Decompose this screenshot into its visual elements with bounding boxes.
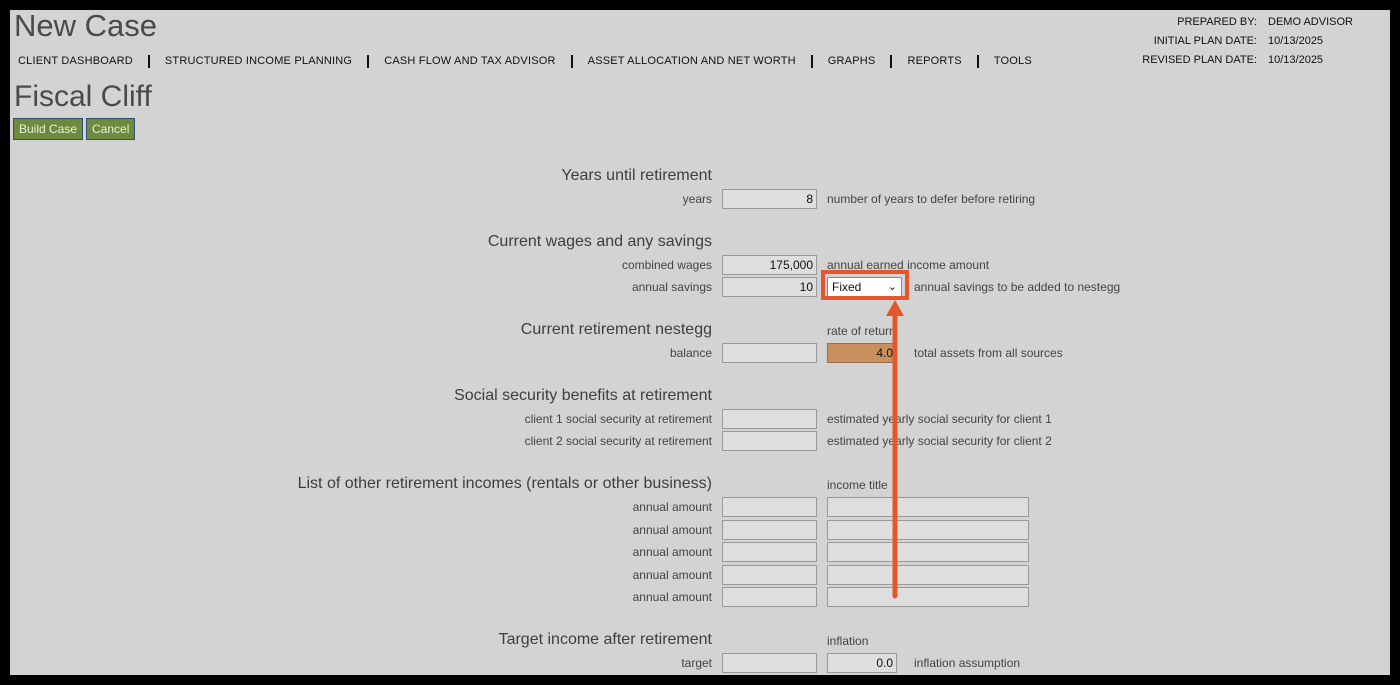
label-balance: balance: [669, 346, 712, 360]
label-client1-ss: client 1 social security at retirement: [524, 412, 712, 426]
nav-graphs[interactable]: GRAPHS: [828, 55, 876, 67]
client1-ss-input[interactable]: [722, 409, 817, 429]
arrow-up-icon: [886, 300, 904, 599]
meta-value: 10/13/2025: [1268, 54, 1324, 66]
section-title-social-security: Social security benefits at retirement: [454, 387, 712, 404]
label-combined-wages: combined wages: [621, 258, 712, 272]
years-input[interactable]: 8: [722, 189, 817, 209]
nav-structured-income-planning[interactable]: STRUCTURED INCOME PLANNING: [165, 55, 352, 67]
nav-divider: [147, 54, 150, 68]
nav-asset-allocation-and-net-worth[interactable]: ASSET ALLOCATION AND NET WORTH: [588, 55, 796, 67]
section-title-other-incomes: List of other retirement incomes (rental…: [297, 475, 712, 492]
case-title: New Case: [14, 10, 157, 43]
desc-client2-ss: estimated yearly social security for cli…: [827, 434, 1052, 448]
label-annual-amount: annual amount: [632, 523, 712, 537]
label-inflation: inflation: [827, 634, 869, 648]
nav-divider: [570, 54, 573, 68]
annual-amount-input[interactable]: [722, 542, 817, 562]
meta-label: PREPARED BY:: [1177, 16, 1257, 28]
desc-balance: total assets from all sources: [914, 346, 1063, 360]
label-annual-amount: annual amount: [632, 545, 712, 559]
meta-row-revised-plan-date: REVISED PLAN DATE: 10/13/2025: [1070, 54, 1390, 73]
desc-annual-savings: annual savings to be added to nestegg: [914, 280, 1121, 294]
plan-meta: PREPARED BY: DEMO ADVISOR INITIAL PLAN D…: [1070, 16, 1390, 73]
annual-amount-input[interactable]: [722, 520, 817, 540]
combined-wages-input[interactable]: 175,000: [722, 255, 817, 275]
label-years: years: [682, 192, 712, 206]
section-title-nestegg: Current retirement nestegg: [520, 321, 712, 338]
section-title-target-income: Target income after retirement: [498, 631, 712, 648]
meta-value: 10/13/2025: [1268, 35, 1324, 47]
nav-divider: [810, 54, 813, 68]
meta-row-initial-plan-date: INITIAL PLAN DATE: 10/13/2025: [1070, 35, 1390, 54]
label-annual-savings: annual savings: [631, 280, 712, 294]
nav-divider: [976, 54, 979, 68]
app-window: New Case CLIENT DASHBOARD STRUCTURED INC…: [10, 10, 1390, 675]
income-title-input[interactable]: [827, 587, 1029, 607]
section-title-wages: Current wages and any savings: [487, 233, 712, 250]
nav-tools[interactable]: TOOLS: [994, 55, 1032, 67]
target-input[interactable]: [722, 653, 817, 673]
desc-inflation: inflation assumption: [914, 656, 1021, 670]
income-title-input[interactable]: [827, 565, 1029, 585]
label-client2-ss: client 2 social security at retirement: [524, 434, 712, 448]
label-annual-amount: annual amount: [632, 590, 712, 604]
meta-row-prepared-by: PREPARED BY: DEMO ADVISOR: [1070, 16, 1390, 35]
section-title-years: Years until retirement: [561, 167, 712, 184]
desc-client1-ss: estimated yearly social security for cli…: [827, 412, 1052, 426]
nav-divider: [367, 54, 370, 68]
build-case-button[interactable]: Build Case: [13, 118, 84, 140]
highlight-callout-box: [821, 270, 909, 300]
annual-savings-input[interactable]: 10: [722, 277, 817, 297]
nav-client-dashboard[interactable]: CLIENT DASHBOARD: [18, 55, 133, 67]
page-title: Fiscal Cliff: [14, 80, 152, 113]
meta-label: INITIAL PLAN DATE:: [1153, 35, 1257, 47]
label-income-title: income title: [827, 478, 888, 492]
cancel-button[interactable]: Cancel: [86, 118, 136, 140]
annual-amount-input[interactable]: [722, 497, 817, 517]
income-title-input[interactable]: [827, 520, 1029, 540]
balance-input[interactable]: [722, 343, 817, 363]
meta-label: REVISED PLAN DATE:: [1142, 54, 1257, 66]
client2-ss-input[interactable]: [722, 431, 817, 451]
income-title-input[interactable]: [827, 497, 1029, 517]
inflation-input[interactable]: 0.0: [827, 653, 897, 673]
desc-years: number of years to defer before retiring: [827, 192, 1036, 206]
annual-amount-input[interactable]: [722, 587, 817, 607]
annual-amount-input[interactable]: [722, 565, 817, 585]
main-nav: CLIENT DASHBOARD STRUCTURED INCOME PLANN…: [18, 52, 1032, 70]
label-annual-amount: annual amount: [632, 568, 712, 582]
label-annual-amount: annual amount: [632, 500, 712, 514]
income-title-input[interactable]: [827, 542, 1029, 562]
meta-value: DEMO ADVISOR: [1268, 16, 1353, 28]
nav-cash-flow-and-tax-advisor[interactable]: CASH FLOW AND TAX ADVISOR: [384, 55, 555, 67]
nav-reports[interactable]: REPORTS: [907, 55, 961, 67]
label-target: target: [681, 656, 712, 670]
nav-divider: [890, 54, 893, 68]
